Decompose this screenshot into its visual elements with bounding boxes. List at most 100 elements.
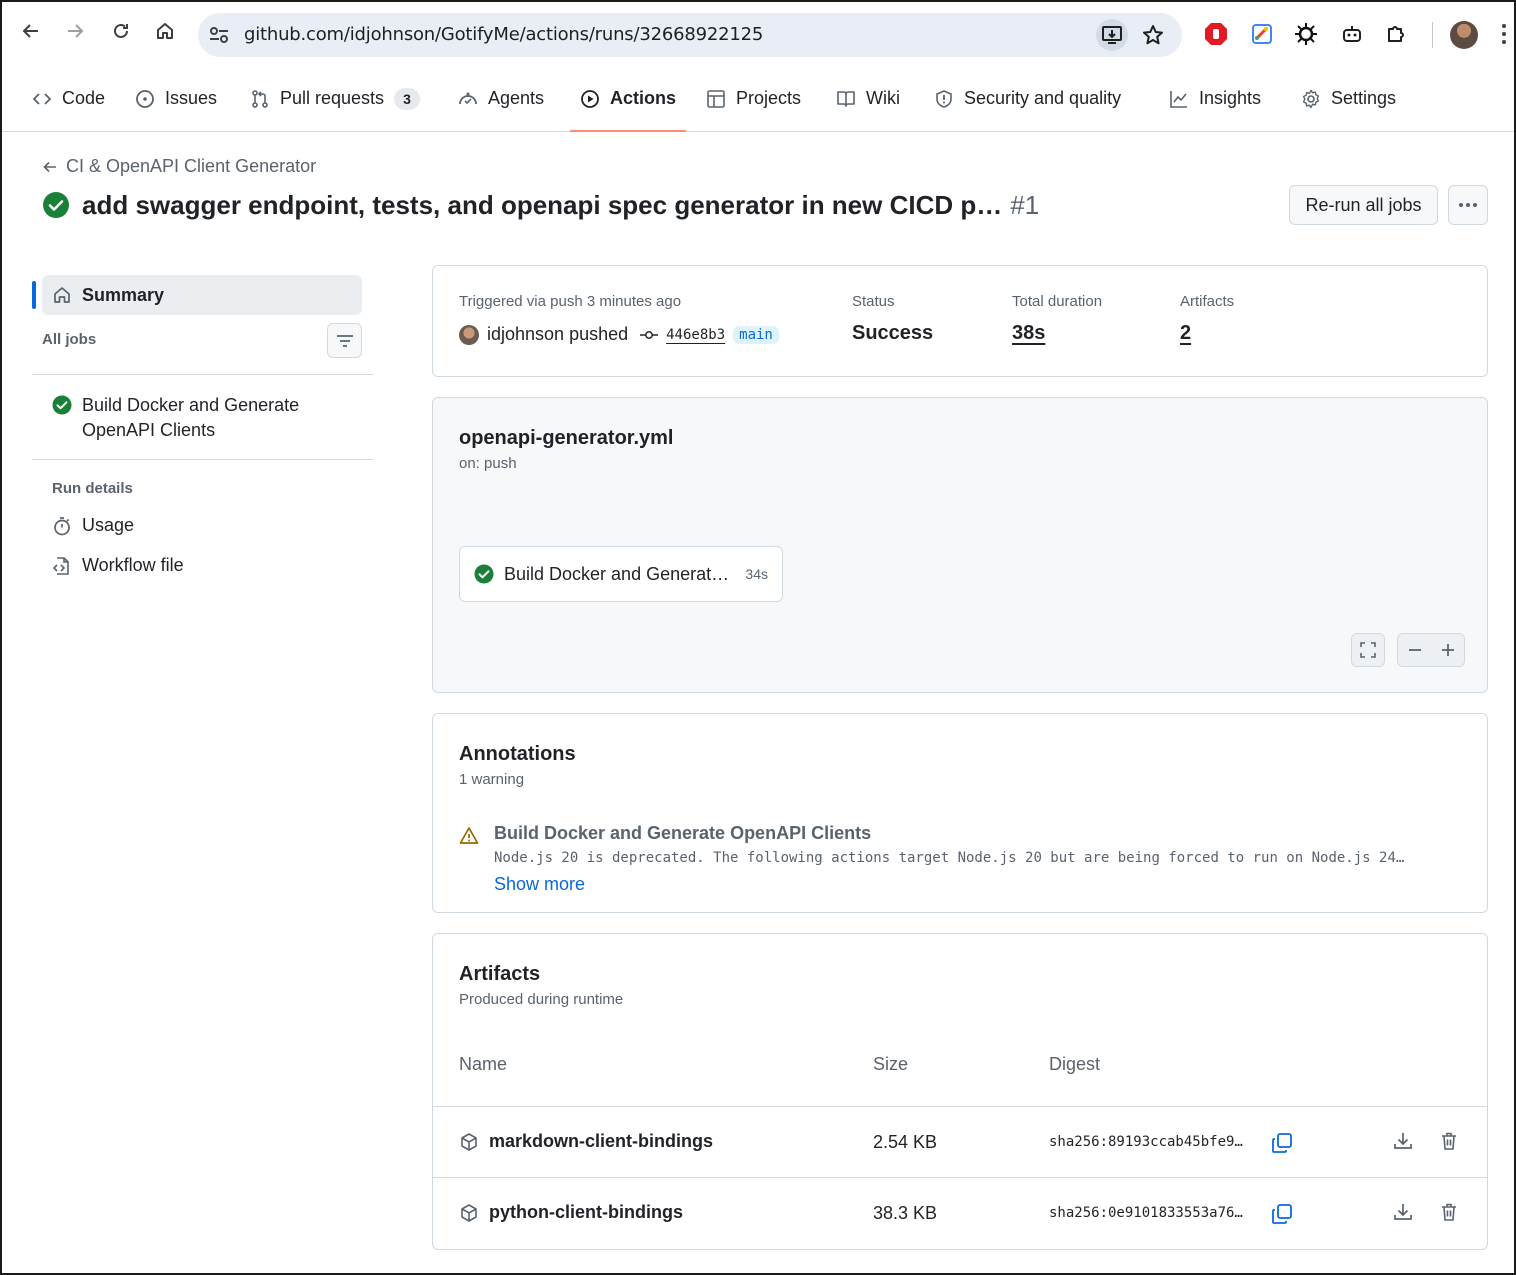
artifact-name-text: python-client-bindings xyxy=(489,1202,683,1222)
table-icon xyxy=(707,89,725,108)
package-icon xyxy=(461,1203,477,1222)
artifact-size: 38.3 KB xyxy=(873,1203,938,1223)
install-app-icon[interactable] xyxy=(1096,19,1128,51)
browser-menu-icon[interactable] xyxy=(1502,24,1508,48)
job-name-line2: OpenAPI Clients xyxy=(82,420,216,440)
trigger-text: Triggered via push 3 minutes ago xyxy=(459,293,682,310)
tab-settings[interactable]: Settings xyxy=(1301,66,1396,131)
tab-wiki[interactable]: Wiki xyxy=(836,66,900,131)
tab-insights[interactable]: Insights xyxy=(1169,66,1261,131)
run-title-text: add swagger endpoint, tests, and openapi… xyxy=(82,189,1003,220)
sidebar-item-workflow-file[interactable]: Workflow file xyxy=(52,555,184,576)
job-node[interactable]: Build Docker and Generat… 34s xyxy=(459,546,783,602)
color-picker-extension-icon[interactable] xyxy=(1250,22,1274,46)
run-details-heading: Run details xyxy=(52,480,133,497)
zoom-in-button[interactable] xyxy=(1431,633,1464,667)
tab-actions[interactable]: Actions xyxy=(569,66,687,132)
annotations-subtitle: 1 warning xyxy=(459,771,525,788)
artifact-name[interactable]: markdown-client-bindings xyxy=(459,1131,713,1152)
show-more-link[interactable]: Show more xyxy=(494,874,585,895)
push-info: idjohnson pushed 446e8b3 main xyxy=(459,324,779,345)
more-options-button[interactable] xyxy=(1448,185,1488,225)
filter-icon xyxy=(336,334,353,347)
artifacts-count[interactable]: 2 xyxy=(1180,322,1191,345)
shield-icon xyxy=(936,89,952,108)
sidebar-item-usage[interactable]: Usage xyxy=(52,515,134,536)
usage-label: Usage xyxy=(82,515,135,535)
download-artifact-button[interactable] xyxy=(1393,1202,1413,1222)
back-to-workflow-link[interactable]: CI & OpenAPI Client Generator xyxy=(42,156,316,177)
kebab-horizontal-icon xyxy=(1459,203,1477,207)
graph-icon xyxy=(1170,90,1187,108)
check-circle-icon xyxy=(474,564,494,584)
arrow-left-icon xyxy=(43,161,56,172)
tab-code[interactable]: Code xyxy=(32,66,105,131)
zoom-out-button[interactable] xyxy=(1398,633,1431,667)
bookmark-star-icon[interactable] xyxy=(1142,24,1164,46)
delete-artifact-button[interactable] xyxy=(1439,1202,1459,1222)
divider xyxy=(32,459,373,460)
annotation-title[interactable]: Build Docker and Generate OpenAPI Client… xyxy=(494,823,871,844)
run-number: #1 xyxy=(1010,189,1040,220)
browser-toolbar: github.com/idjohnson/GotifyMe/actions/ru… xyxy=(2,2,1514,66)
duration-value[interactable]: 38s xyxy=(1012,322,1045,345)
col-header-digest: Digest xyxy=(1049,1054,1101,1074)
filter-jobs-button[interactable] xyxy=(327,323,362,358)
tab-label: Projects xyxy=(736,88,802,108)
commit-link[interactable]: 446e8b3 xyxy=(666,327,725,343)
copy-digest-button[interactable] xyxy=(1271,1132,1293,1154)
forward-arrow-icon[interactable] xyxy=(62,18,88,44)
stop-extension-icon[interactable] xyxy=(1204,22,1228,46)
page-title: add swagger endpoint, tests, and openapi… xyxy=(82,190,1039,221)
artifact-digest: sha256:89193ccab45bfe9… xyxy=(1049,1134,1243,1150)
sidebar-item-summary[interactable]: Summary xyxy=(42,275,362,315)
reload-icon[interactable] xyxy=(108,18,134,44)
tab-projects[interactable]: Projects xyxy=(706,66,801,131)
tab-security[interactable]: Security and quality xyxy=(934,66,1121,131)
active-indicator xyxy=(32,281,36,309)
back-arrow-icon[interactable] xyxy=(18,18,44,44)
issue-icon xyxy=(136,89,154,108)
tab-issues[interactable]: Issues xyxy=(135,66,217,131)
tab-label: Agents xyxy=(488,88,545,108)
tab-agents[interactable]: Agents xyxy=(458,66,544,131)
run-title: add swagger endpoint, tests, and openapi… xyxy=(42,187,1039,223)
home-icon[interactable] xyxy=(152,18,178,44)
sidebar-summary-label: Summary xyxy=(82,284,165,305)
sun-extension-icon[interactable] xyxy=(1294,22,1318,46)
job-node-name: Build Docker and Generat… xyxy=(504,563,730,584)
stopwatch-icon xyxy=(54,516,70,535)
workflow-file-name[interactable]: openapi-generator.yml xyxy=(459,427,674,450)
delete-artifact-button[interactable] xyxy=(1439,1131,1459,1151)
alert-triangle-icon xyxy=(459,827,479,844)
branch-badge[interactable]: main xyxy=(733,325,779,344)
robot-extension-icon[interactable] xyxy=(1340,22,1364,46)
artifact-name[interactable]: python-client-bindings xyxy=(459,1202,683,1223)
col-header-size: Size xyxy=(873,1054,909,1074)
tab-pull-requests[interactable]: Pull requests 3 xyxy=(250,66,421,131)
download-artifact-button[interactable] xyxy=(1393,1131,1413,1151)
run-summary-card: Triggered via push 3 minutes ago idjohns… xyxy=(432,265,1488,377)
url-text: github.com/idjohnson/GotifyMe/actions/ru… xyxy=(244,24,764,45)
copy-digest-button[interactable] xyxy=(1271,1203,1293,1225)
artifact-name-text: markdown-client-bindings xyxy=(489,1131,714,1151)
minus-icon xyxy=(1408,649,1421,651)
extensions-puzzle-icon[interactable] xyxy=(1384,22,1408,46)
package-icon xyxy=(461,1132,477,1151)
gear-icon xyxy=(1302,89,1320,108)
annotations-card: Annotations 1 warning Build Docker and G… xyxy=(432,713,1488,913)
workflow-file-label: Workflow file xyxy=(82,555,184,575)
trash-icon xyxy=(1442,1132,1456,1150)
artifacts-card: Artifacts Produced during runtime Name S… xyxy=(432,933,1488,1250)
file-code-icon xyxy=(52,556,69,575)
sidebar-item-job[interactable]: Build Docker and Generate OpenAPI Client… xyxy=(52,393,362,443)
play-icon xyxy=(581,89,599,108)
site-settings-icon[interactable] xyxy=(208,25,230,45)
artifact-size: 2.54 KB xyxy=(873,1132,938,1152)
duration-label: Total duration xyxy=(1012,293,1103,310)
fullscreen-button[interactable] xyxy=(1351,633,1385,667)
profile-avatar[interactable] xyxy=(1450,21,1478,49)
pr-count-badge: 3 xyxy=(394,87,421,110)
rerun-all-jobs-button[interactable]: Re-run all jobs xyxy=(1289,185,1438,225)
address-bar[interactable]: github.com/idjohnson/GotifyMe/actions/ru… xyxy=(198,13,1182,57)
